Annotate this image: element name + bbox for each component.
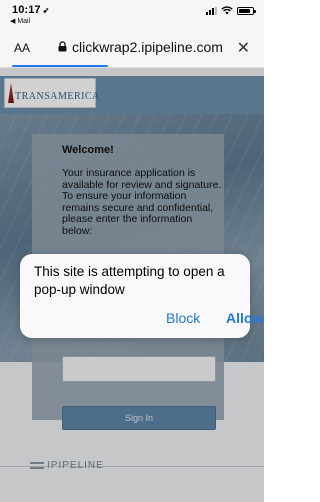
url-field[interactable]: clickwrap2.ipipeline.com	[72, 39, 223, 55]
back-to-mail-link[interactable]: ◀ Mail	[10, 17, 30, 25]
dialog-message: This site is attempting to open a pop-up…	[34, 264, 225, 297]
block-button[interactable]: Block	[166, 310, 200, 326]
battery-icon	[237, 6, 256, 15]
page-load-progress	[12, 65, 108, 67]
address-bar: AA clickwrap2.ipipeline.com ✕	[0, 28, 264, 68]
clock: 10:17 ➶	[12, 4, 50, 16]
popup-blocker-dialog: This site is attempting to open a pop-up…	[20, 254, 263, 338]
allow-button[interactable]: Allow	[226, 310, 263, 326]
lock-icon	[58, 41, 67, 52]
location-icon: ➶	[42, 6, 50, 15]
status-icons	[206, 6, 256, 15]
close-icon[interactable]: ✕	[237, 38, 250, 58]
signal-icon	[206, 6, 217, 15]
text-size-button[interactable]: AA	[14, 41, 30, 55]
status-bar: 10:17 ➶ ◀ Mail	[0, 0, 264, 28]
wifi-icon	[221, 6, 233, 15]
